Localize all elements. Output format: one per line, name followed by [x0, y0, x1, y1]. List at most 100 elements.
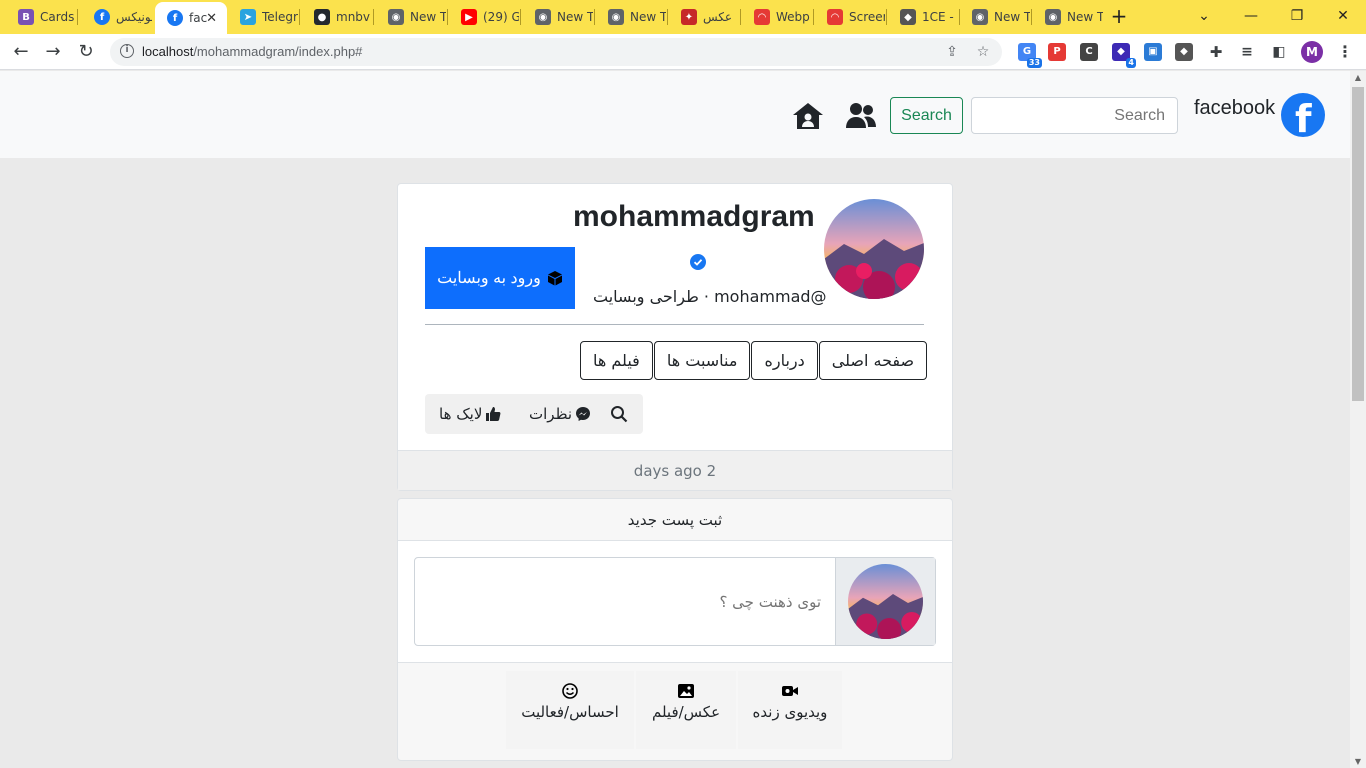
browser-tab[interactable]: ➤ Telegr: [228, 4, 298, 30]
browser-tab[interactable]: ◉ New T: [960, 4, 1030, 30]
side-panel-icon[interactable]: ◧: [1270, 43, 1288, 61]
verified-badge-icon: [690, 254, 706, 270]
kebab-menu-icon[interactable]: ⋮: [1336, 43, 1354, 61]
browser-tab-label: fac: [189, 11, 208, 25]
browser-tab[interactable]: ◉ New T: [523, 4, 593, 30]
thumbs-up-icon: [486, 407, 501, 421]
scroll-up-arrow-icon[interactable]: ▲: [1353, 73, 1363, 82]
post-actions: ویدیوی زنده عکس/فیلم احساس/فعالیت: [398, 663, 952, 761]
tab-search-icon[interactable]: ⌄: [1190, 3, 1218, 29]
minimize-icon[interactable]: —: [1237, 3, 1265, 29]
reading-list-icon[interactable]: ≡: [1238, 43, 1256, 61]
feeling-activity-button[interactable]: احساس/فعالیت: [506, 671, 634, 749]
likes-button[interactable]: لایک ها: [439, 394, 501, 434]
browser-tab-strip: BCardsfفونیکسffac✕➤Telegr●mnbv◉New T▶(29…: [0, 0, 1366, 34]
page-scrollbar[interactable]: ▲ ▼: [1350, 71, 1366, 768]
forward-icon[interactable]: →: [41, 40, 65, 64]
live-video-button[interactable]: ویدیوی زنده: [738, 671, 842, 749]
post-avatar-box: [835, 558, 935, 645]
browser-tab-label: mnbv: [336, 10, 371, 24]
facebook-logo-icon[interactable]: f: [1281, 93, 1325, 141]
browser-tab[interactable]: ◉ New T: [1033, 4, 1103, 30]
address-bar[interactable]: i localhost/mohammadgram/index.php# ⇪ ☆: [110, 38, 1002, 66]
tab-separator: [886, 9, 887, 25]
translate-extension-icon[interactable]: G 33: [1018, 43, 1042, 68]
new-tab-button[interactable]: +: [1108, 5, 1130, 27]
back-icon[interactable]: ←: [9, 40, 33, 64]
tab-occasions[interactable]: مناسبت ها: [653, 341, 751, 380]
browser-tab[interactable]: ◉ New T: [376, 4, 446, 30]
site-info-icon[interactable]: i: [120, 44, 134, 58]
browser-tab-label: New T: [410, 10, 446, 24]
profile-card-footer: days ago 2: [398, 450, 952, 490]
browser-tab[interactable]: ◆ 1CE -: [888, 4, 958, 30]
profile-avatar[interactable]: M: [1301, 41, 1323, 63]
facebook-icon: f: [94, 9, 110, 25]
search-icon[interactable]: [610, 394, 628, 434]
post-avatar: [848, 564, 923, 639]
photo-video-button[interactable]: عکس/فیلم: [636, 671, 736, 749]
tab-home[interactable]: صفحه اصلی: [818, 341, 928, 380]
url-text: localhost/mohammadgram/index.php#: [142, 44, 362, 59]
browser-tab-label: New T: [1067, 10, 1103, 24]
c-extension-icon[interactable]: C: [1080, 43, 1098, 61]
search-button[interactable]: Search: [890, 97, 963, 134]
share-icon[interactable]: ⇪: [943, 43, 961, 61]
restore-icon[interactable]: ❐: [1283, 3, 1311, 29]
tab-videos[interactable]: فیلم ها: [580, 341, 653, 380]
p-extension-icon[interactable]: P: [1048, 43, 1066, 61]
reload-icon[interactable]: ↻: [74, 40, 98, 64]
comments-button[interactable]: نظرات: [529, 394, 591, 434]
browser-tab[interactable]: ● mnbv: [302, 4, 372, 30]
enter-website-button[interactable]: ورود به وبسایت: [425, 247, 575, 309]
browser-toolbar: ← → ↻ i localhost/mohammadgram/index.php…: [0, 34, 1366, 70]
url-path: /mohammadgram/index.php#: [193, 44, 363, 59]
browser-tab[interactable]: f fac ✕: [155, 2, 227, 34]
profile-subtitle: طراحی وبسایت · mohammad@: [593, 287, 827, 306]
facebook-icon: f: [167, 10, 183, 26]
rainbow-icon: ◠: [754, 9, 770, 25]
messenger-icon: [576, 407, 591, 421]
smiley-icon: [562, 683, 578, 699]
tab-separator: [1031, 9, 1032, 25]
post-input[interactable]: [415, 558, 835, 645]
scrollbar-thumb[interactable]: [1352, 87, 1364, 401]
friends-icon[interactable]: [845, 101, 877, 131]
browser-tab[interactable]: ◉ New T: [596, 4, 666, 30]
telegram-icon: ➤: [240, 9, 256, 25]
tab-separator: [594, 9, 595, 25]
profile-actions: نظرات لایک ها: [425, 394, 643, 434]
cube-extension-icon[interactable]: ◆ 4: [1112, 43, 1136, 68]
browser-tab-label: New T: [557, 10, 593, 24]
bookmark-star-icon[interactable]: ☆: [974, 43, 992, 61]
enter-website-label: ورود به وبسایت: [437, 270, 541, 287]
browser-tab[interactable]: ▶ (29) G: [449, 4, 519, 30]
tab-about[interactable]: درباره: [751, 341, 818, 380]
monitor-extension-icon[interactable]: ▣: [1144, 43, 1162, 61]
browser-tab-label: Webp: [776, 10, 810, 24]
photo-video-label: عکس/فیلم: [651, 703, 721, 721]
browser-tab[interactable]: ✦ عکس: [669, 4, 739, 30]
profile-picture[interactable]: [824, 199, 924, 299]
search-input[interactable]: [971, 97, 1178, 134]
chrome-icon: ◉: [1045, 9, 1061, 25]
video-camera-icon: [782, 686, 798, 696]
home-icon[interactable]: [792, 101, 824, 131]
cat-extension-icon[interactable]: ◆: [1175, 43, 1193, 61]
new-post-title: ثبت پست جدید: [398, 499, 952, 541]
live-video-label: ویدیوی زنده: [752, 703, 828, 721]
chrome-icon: ◉: [972, 9, 988, 25]
chrome-icon: ◉: [608, 9, 624, 25]
browser-tab[interactable]: B Cards: [6, 4, 76, 30]
scroll-down-arrow-icon[interactable]: ▼: [1353, 757, 1363, 766]
brand-name[interactable]: facebook: [1194, 97, 1275, 120]
extensions-puzzle-icon[interactable]: ✚: [1207, 43, 1225, 61]
browser-tab-label: 1CE -: [922, 10, 954, 24]
browser-tab[interactable]: ◠ Webp: [742, 4, 812, 30]
browser-tab[interactable]: f فونیکس: [82, 4, 152, 30]
browser-tab[interactable]: ◠ Screen: [815, 4, 885, 30]
close-window-icon[interactable]: ✕: [1329, 3, 1357, 29]
box-icon: [547, 271, 562, 286]
tab-separator: [373, 9, 374, 25]
close-tab-icon[interactable]: ✕: [206, 11, 217, 26]
